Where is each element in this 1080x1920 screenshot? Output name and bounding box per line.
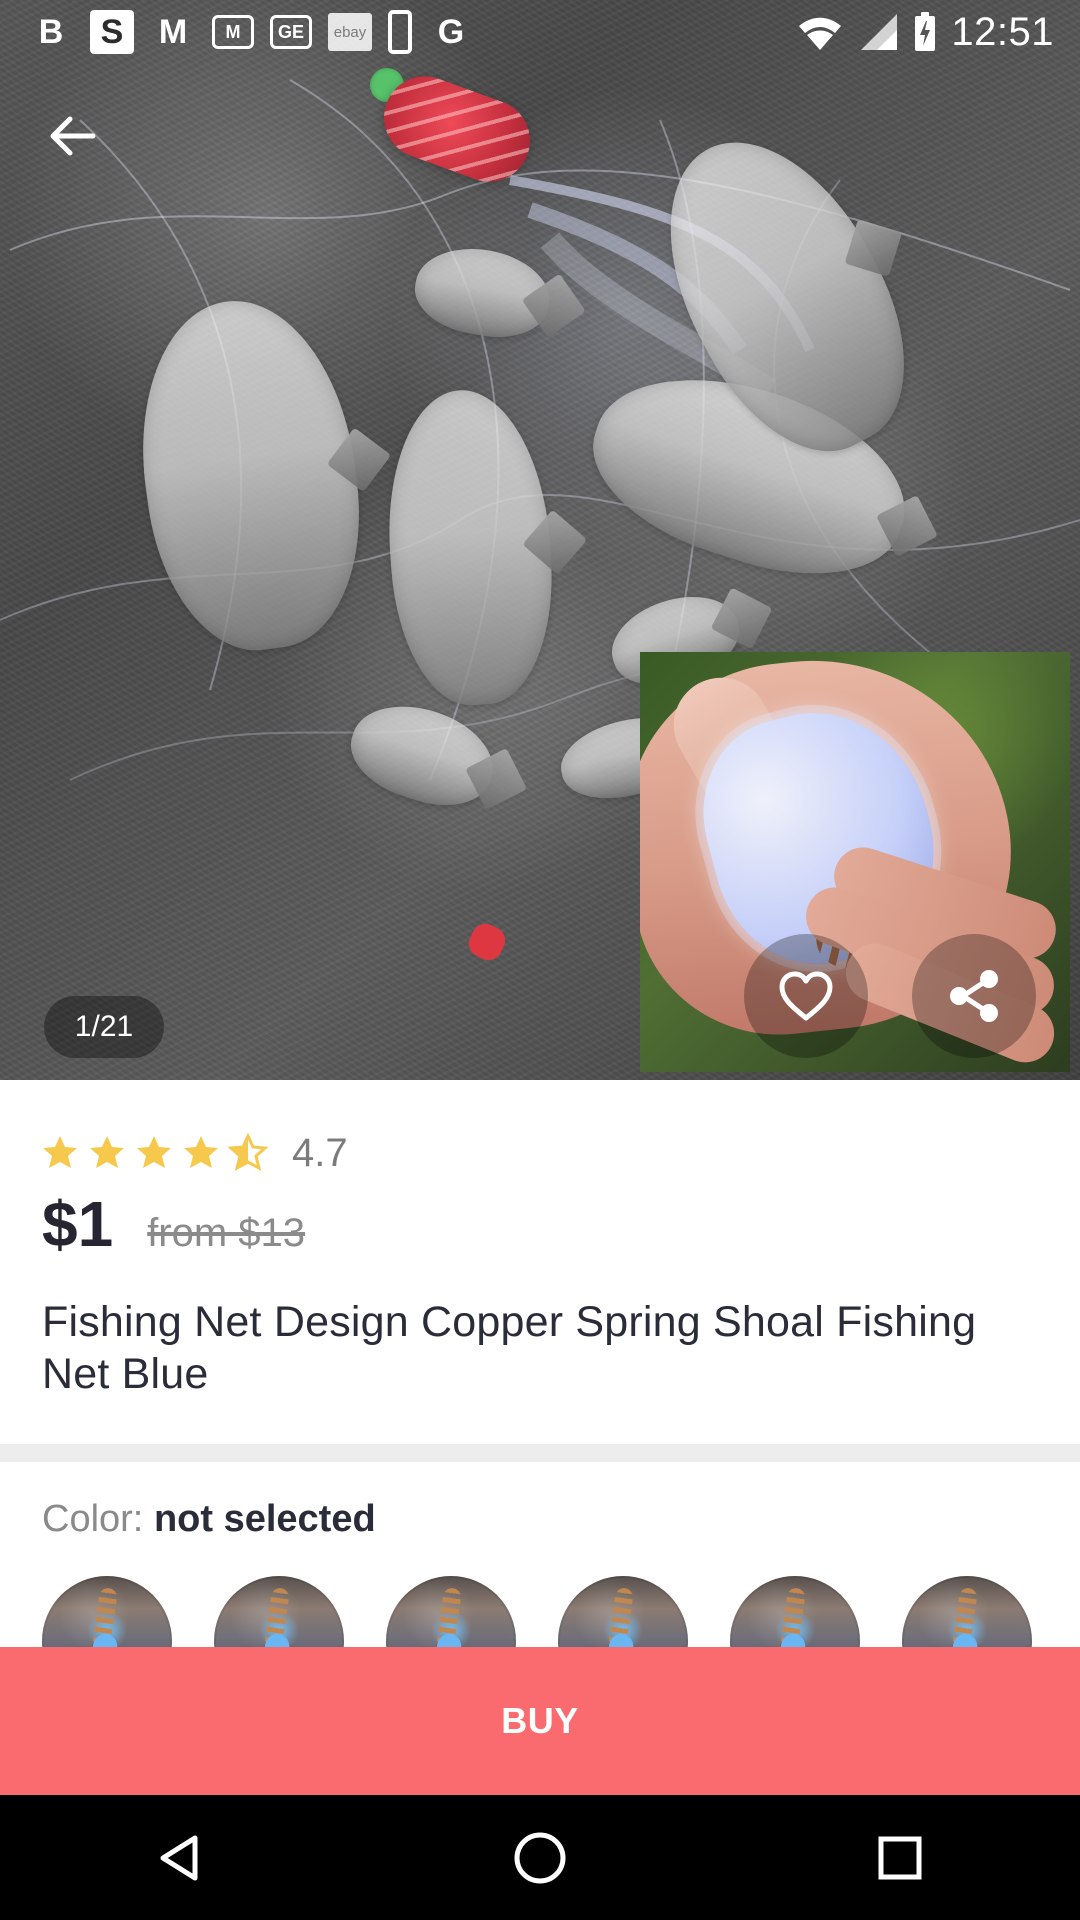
status-app-icon: ebay xyxy=(328,13,372,51)
original-price: from $13 xyxy=(147,1211,306,1255)
color-selection-status: Color: not selected xyxy=(42,1500,376,1538)
status-app-icon: G xyxy=(437,13,465,51)
buy-button[interactable]: BUY xyxy=(0,1647,1080,1795)
color-swatch[interactable] xyxy=(214,1576,344,1647)
status-app-icon: S xyxy=(90,10,134,54)
wifi-icon xyxy=(799,17,842,50)
status-app-icon: B xyxy=(38,13,64,51)
nav-home-button[interactable] xyxy=(480,1808,600,1908)
color-swatch-list xyxy=(42,1576,1042,1647)
nav-recents-icon xyxy=(878,1836,922,1879)
section-divider xyxy=(0,1444,1080,1462)
fish-image-element xyxy=(379,384,561,711)
price-row: $1 from $13 xyxy=(42,1192,305,1256)
rating-stars xyxy=(40,1133,268,1173)
product-title: Fishing Net Design Copper Spring Shoal F… xyxy=(42,1298,977,1398)
small-bait xyxy=(464,919,510,965)
status-app-icon: M xyxy=(158,13,188,51)
color-swatch[interactable] xyxy=(42,1576,172,1647)
rating-value: 4.7 xyxy=(292,1130,348,1175)
status-app-icons: B S M M GE ebay G xyxy=(28,10,474,54)
color-swatch[interactable] xyxy=(902,1576,1032,1647)
favorite-button[interactable] xyxy=(744,934,868,1058)
fish-image-element xyxy=(339,689,506,821)
back-arrow-icon xyxy=(50,116,96,156)
nav-home-icon xyxy=(514,1832,566,1883)
android-navigation-bar xyxy=(0,1795,1080,1920)
rating-row: 4.7 xyxy=(40,1126,348,1180)
nav-back-icon xyxy=(160,1835,198,1880)
product-summary: 4.7 $1 from $13 Fishing Net Design Coppe… xyxy=(0,1080,1080,1446)
product-image-gallery[interactable]: B S M M GE ebay G 12:51 1/21 xyxy=(0,0,1080,1080)
phone-icon xyxy=(388,10,412,54)
share-button[interactable] xyxy=(912,934,1036,1058)
star-icon xyxy=(184,1136,218,1168)
star-icon xyxy=(90,1136,124,1168)
share-icon xyxy=(950,970,998,1022)
color-swatch[interactable] xyxy=(730,1576,860,1647)
back-button[interactable] xyxy=(40,104,104,168)
battery-icon xyxy=(915,12,936,51)
fish-image-element xyxy=(408,238,557,347)
nav-back-button[interactable] xyxy=(120,1808,240,1908)
status-bar: B S M M GE ebay G 12:51 xyxy=(0,0,1080,64)
current-price: $1 xyxy=(42,1188,114,1260)
nav-recents-button[interactable] xyxy=(840,1808,960,1908)
status-app-icon: GE xyxy=(270,15,312,49)
star-icon xyxy=(43,1136,77,1168)
status-time: 12:51 xyxy=(951,10,1054,54)
selected-color-value: not selected xyxy=(153,1498,376,1540)
color-label: Color: xyxy=(42,1498,144,1540)
fish-image-element xyxy=(121,287,379,663)
status-app-icon: M xyxy=(212,15,254,49)
image-counter: 1/21 xyxy=(44,996,164,1058)
half-star-icon xyxy=(228,1133,268,1171)
signal-icon xyxy=(861,14,898,50)
star-icon xyxy=(137,1136,171,1168)
color-options-section: Color: not selected xyxy=(0,1462,1080,1647)
color-swatch[interactable] xyxy=(386,1576,516,1647)
color-swatch[interactable] xyxy=(558,1576,688,1647)
heart-icon xyxy=(779,971,833,1021)
status-system-indicators: 12:51 xyxy=(795,8,1054,56)
product-detail-screen: B S M M GE ebay G 12:51 1/21 4.7 $1 from… xyxy=(0,0,1080,1920)
